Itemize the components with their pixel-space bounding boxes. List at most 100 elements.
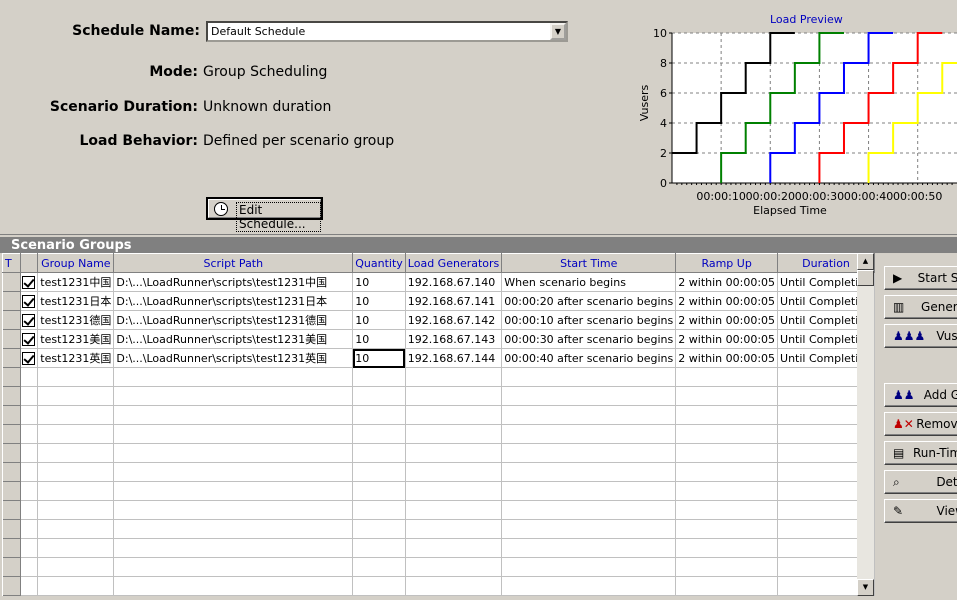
scroll-up-icon[interactable]: ▲ [857,253,874,270]
empty-row[interactable] [2,576,875,596]
empty-cell[interactable] [352,538,406,558]
empty-cell[interactable] [20,500,39,520]
empty-cell[interactable] [501,443,677,463]
group-enabled-checkbox[interactable] [22,313,36,327]
empty-cell[interactable] [352,386,406,406]
load-generator-cell[interactable]: 192.168.67.143 [405,329,503,349]
empty-cell[interactable] [2,576,21,596]
group-enabled-checkbox[interactable] [22,275,36,289]
empty-cell[interactable] [501,367,677,387]
empty-cell[interactable] [113,481,354,501]
empty-cell[interactable] [501,405,677,425]
quantity-cell[interactable]: 10 [352,329,406,349]
grid-scrollbar[interactable]: ▲ ▼ [857,253,874,596]
empty-cell[interactable] [37,424,115,444]
empty-cell[interactable] [352,481,406,501]
empty-cell[interactable] [20,576,39,596]
row-header[interactable] [2,310,21,330]
column-header-group-name[interactable]: Group Name [37,253,115,273]
column-header-enabled[interactable] [19,253,39,273]
empty-cell[interactable] [675,462,779,482]
chevron-down-icon[interactable]: ▼ [550,23,566,40]
ramp-up-cell[interactable]: 2 within 00:00:05 [675,291,779,311]
column-header-t[interactable]: T [2,253,21,273]
empty-cell[interactable] [37,519,115,539]
side-button-run-time[interactable]: ▤ Run-Time [884,441,957,465]
side-button-start-sc[interactable]: ▶ Start Sc [884,266,957,290]
empty-cell[interactable] [675,424,779,444]
table-row[interactable]: test1231日本 D:\...\LoadRunner\scripts\test… [2,291,875,311]
empty-cell[interactable] [675,519,779,539]
empty-cell[interactable] [352,500,406,520]
empty-cell[interactable] [2,557,21,577]
empty-cell[interactable] [405,405,503,425]
empty-cell[interactable] [20,519,39,539]
empty-cell[interactable] [20,462,39,482]
row-header[interactable] [2,291,21,311]
side-button-genera[interactable]: ▥ Genera [884,295,957,319]
empty-cell[interactable] [675,538,779,558]
table-row[interactable]: test1231中国 D:\...\LoadRunner\scripts\test… [2,272,875,292]
ramp-up-cell[interactable]: 2 within 00:00:05 [675,348,779,368]
empty-cell[interactable] [501,576,677,596]
empty-row[interactable] [2,557,875,577]
empty-cell[interactable] [675,481,779,501]
script-path-cell[interactable]: D:\...\LoadRunner\scripts\test1231英国 [113,348,354,368]
empty-cell[interactable] [37,405,115,425]
empty-cell[interactable] [352,367,406,387]
load-generator-cell[interactable]: 192.168.67.144 [405,348,503,368]
empty-cell[interactable] [20,557,39,577]
empty-cell[interactable] [405,519,503,539]
empty-cell[interactable] [675,386,779,406]
empty-cell[interactable] [113,500,354,520]
empty-cell[interactable] [113,424,354,444]
empty-cell[interactable] [405,557,503,577]
group-enabled-checkbox[interactable] [22,294,36,308]
side-button-remove[interactable]: ♟✕Remove [884,412,957,436]
table-row[interactable]: test1231德国 D:\...\LoadRunner\scripts\test… [2,310,875,330]
scroll-thumb[interactable] [857,270,874,286]
quantity-cell[interactable]: 10 [352,310,406,330]
ramp-up-cell[interactable]: 2 within 00:00:05 [675,310,779,330]
empty-cell[interactable] [2,405,21,425]
empty-cell[interactable] [2,519,21,539]
start-time-cell[interactable]: 00:00:10 after scenario begins [501,310,677,330]
empty-cell[interactable] [501,557,677,577]
empty-cell[interactable] [113,405,354,425]
table-row[interactable]: test1231美国 D:\...\LoadRunner\scripts\test… [2,329,875,349]
empty-cell[interactable] [2,500,21,520]
empty-cell[interactable] [675,500,779,520]
empty-cell[interactable] [113,538,354,558]
row-header[interactable] [2,329,21,349]
side-button-view[interactable]: ✎ View [884,499,957,523]
empty-row[interactable] [2,367,875,387]
edit-schedule-button[interactable]: Edit Schedule... [206,197,323,232]
empty-cell[interactable] [113,443,354,463]
empty-cell[interactable] [37,557,115,577]
empty-cell[interactable] [352,576,406,596]
empty-cell[interactable] [37,443,115,463]
empty-cell[interactable] [113,576,354,596]
empty-row[interactable] [2,424,875,444]
empty-cell[interactable] [37,500,115,520]
empty-cell[interactable] [20,405,39,425]
load-generator-cell[interactable]: 192.168.67.142 [405,310,503,330]
script-path-cell[interactable]: D:\...\LoadRunner\scripts\test1231美国 [113,329,354,349]
group-enabled-checkbox[interactable] [22,332,36,346]
empty-cell[interactable] [405,386,503,406]
column-header-ramp-up[interactable]: Ramp Up [675,253,779,273]
empty-cell[interactable] [501,481,677,501]
quantity-cell[interactable]: 10 [352,272,406,292]
empty-row[interactable] [2,405,875,425]
empty-cell[interactable] [2,386,21,406]
load-generator-cell[interactable]: 192.168.67.141 [405,291,503,311]
empty-cell[interactable] [2,538,21,558]
empty-cell[interactable] [37,386,115,406]
empty-cell[interactable] [352,405,406,425]
empty-cell[interactable] [352,519,406,539]
side-button-vuse[interactable]: ♟♟♟Vuse [884,324,957,348]
empty-cell[interactable] [20,386,39,406]
empty-cell[interactable] [675,576,779,596]
empty-row[interactable] [2,386,875,406]
empty-cell[interactable] [405,367,503,387]
